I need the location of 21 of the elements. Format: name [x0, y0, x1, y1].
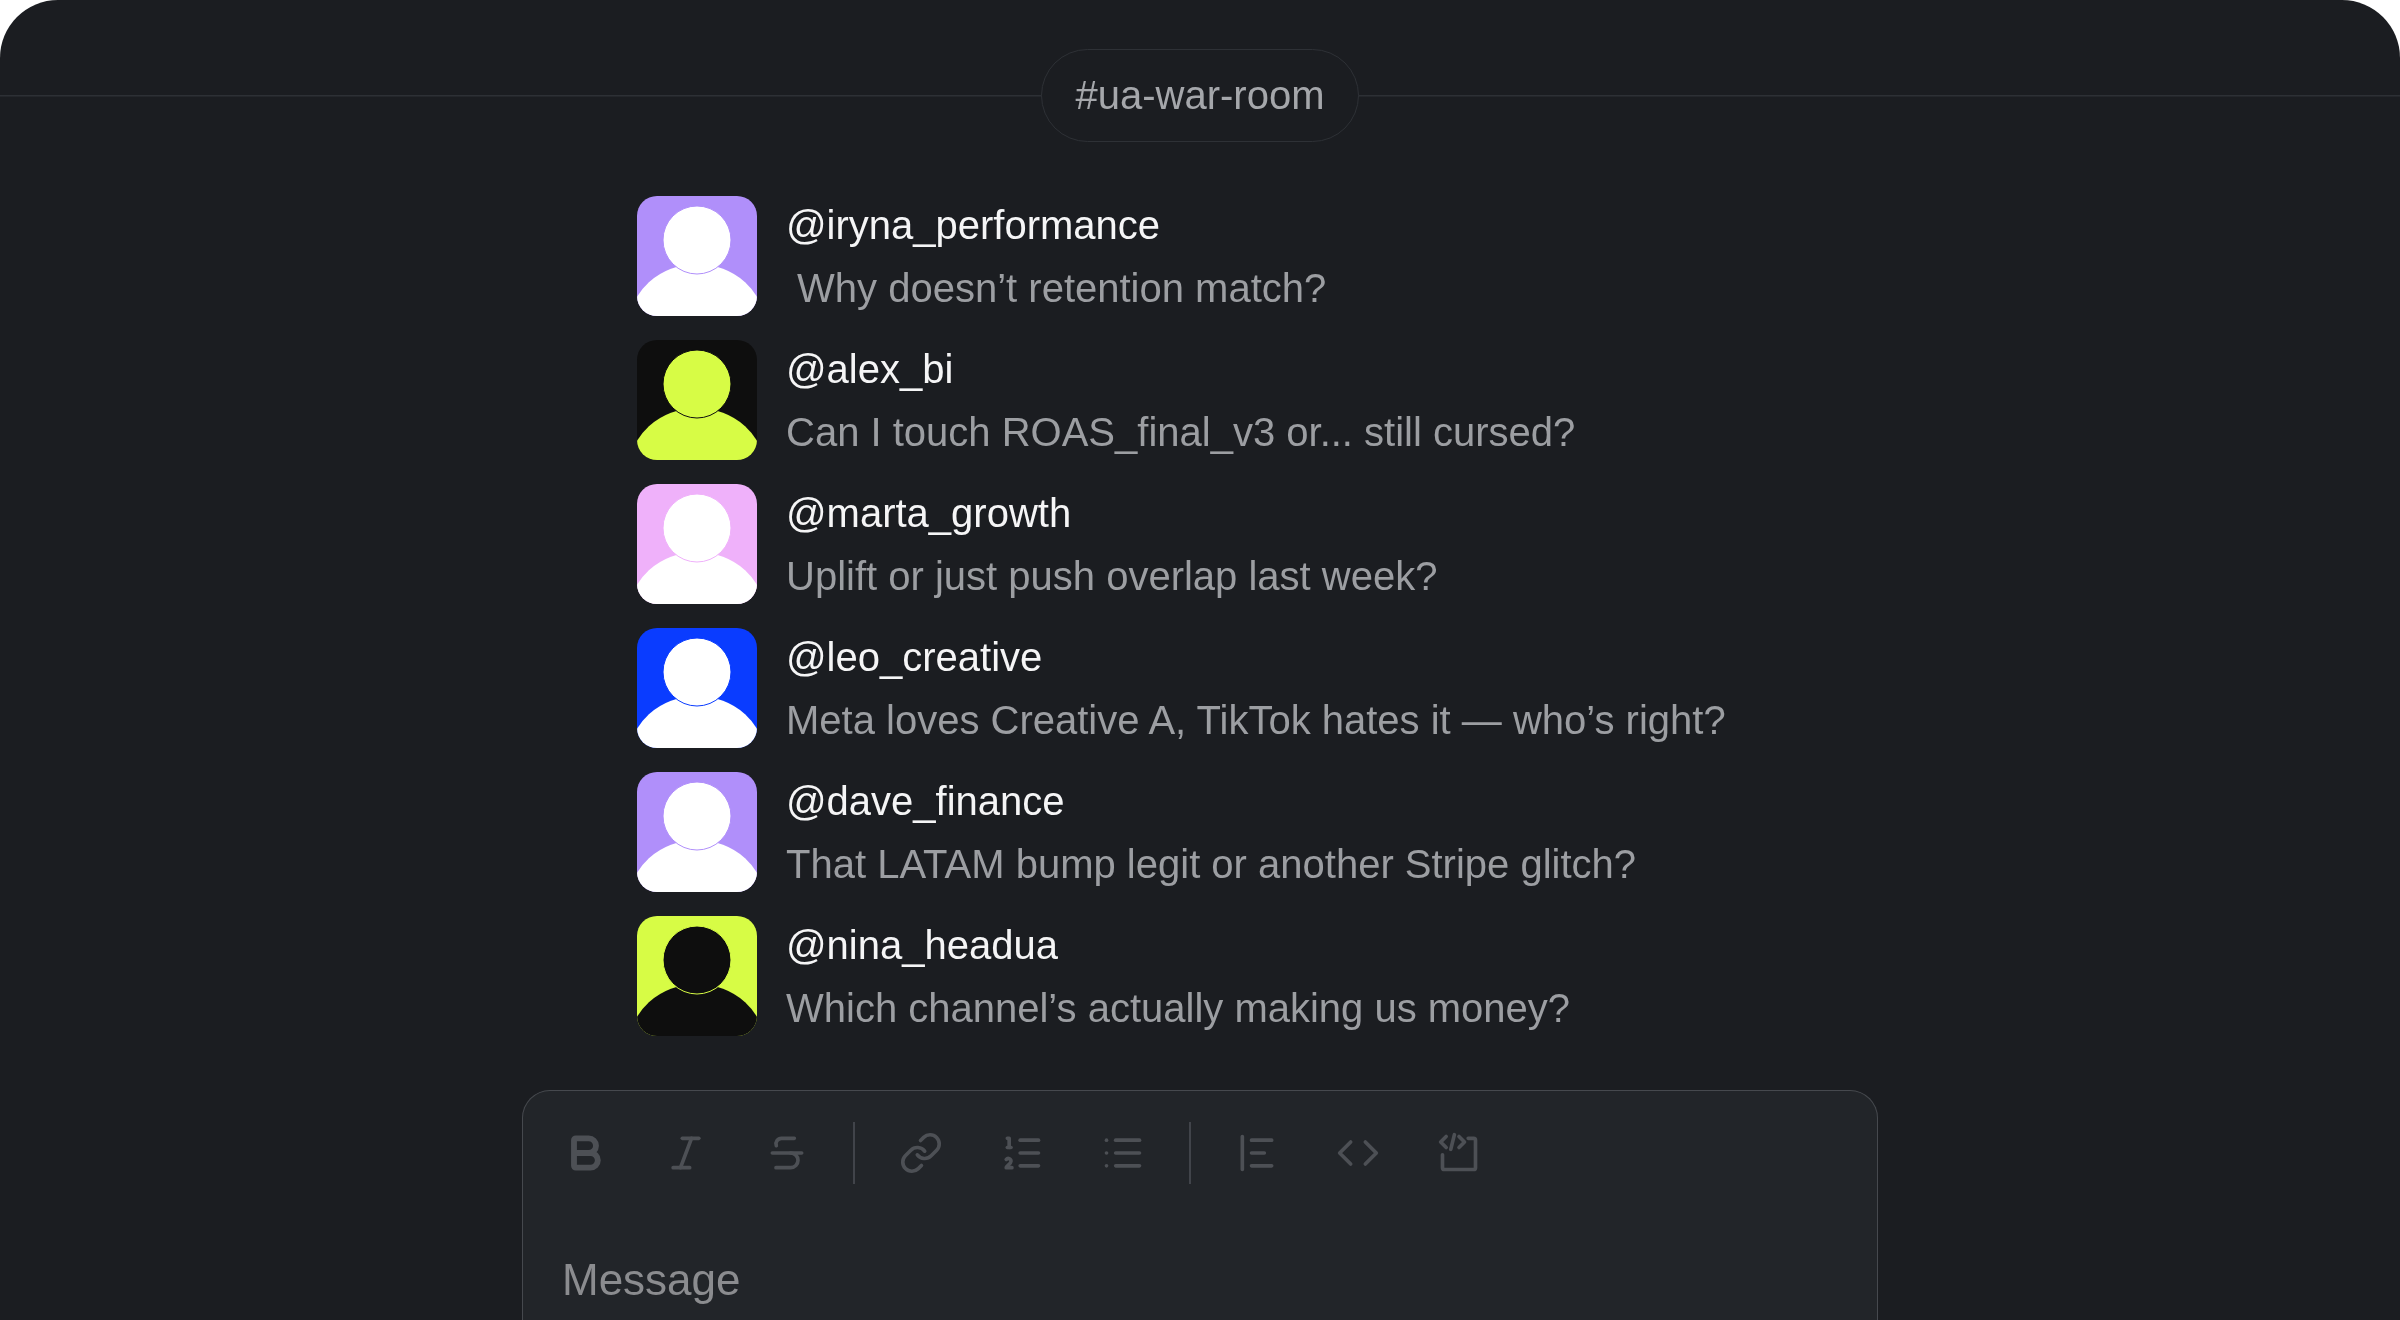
username: @marta_growth — [786, 490, 1073, 537]
channel-title: #ua-war-room — [1040, 49, 1360, 142]
username: @leo_creative — [786, 634, 1044, 681]
avatar-icon — [637, 196, 757, 316]
username: @dave_finance — [786, 778, 1066, 825]
avatar-icon — [637, 916, 757, 1036]
message-input[interactable]: Message — [562, 1248, 1762, 1312]
message-text: Which channel’s actually making us money? — [786, 985, 1571, 1032]
username: @iryna_performance — [786, 202, 1162, 249]
avatar-icon — [637, 484, 757, 604]
avatar-icon — [637, 772, 757, 892]
avatar-icon — [637, 340, 757, 460]
message-text: Uplift or just push overlap last week? — [786, 553, 1438, 600]
avatar-icon — [637, 628, 757, 748]
message-text: Can I touch ROAS_final_v3 or... still cursed? — [786, 409, 1576, 456]
message-text: Meta loves Creative A, TikTok hates it — who’s right? — [786, 697, 1726, 744]
message-text: Why doesn’t retention match? — [796, 265, 1327, 312]
link-icon — [899, 1131, 943, 1175]
username: @nina_headua — [786, 922, 1059, 969]
message-text: That LATAM bump legit or another Stripe glitch? — [786, 841, 1637, 888]
username: @alex_bi — [786, 346, 955, 393]
